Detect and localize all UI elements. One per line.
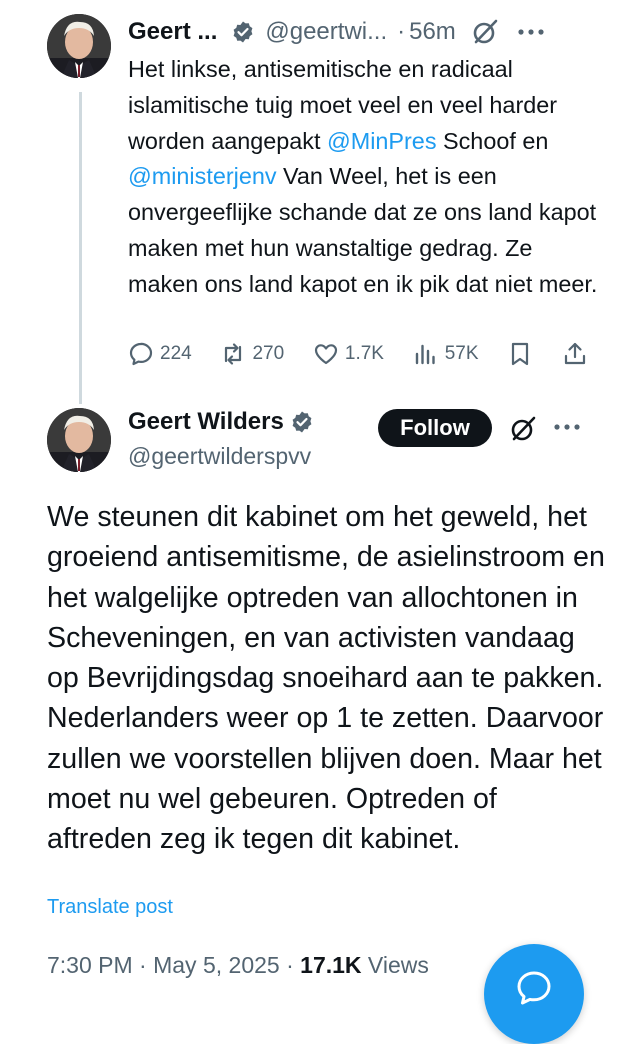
thread-connector-line	[79, 92, 82, 404]
author-name[interactable]: Geert Wilders	[128, 408, 284, 436]
more-icon[interactable]	[518, 28, 544, 36]
post-date[interactable]: May 5, 2025	[153, 952, 280, 978]
post-time[interactable]: 56m	[409, 18, 456, 46]
bookmark-icon	[512, 342, 529, 366]
author-handle[interactable]: @geertwilderspvv	[128, 443, 311, 470]
grok-icon[interactable]	[506, 412, 540, 446]
grok-icon[interactable]	[470, 17, 500, 47]
follow-button[interactable]: Follow	[378, 409, 492, 447]
translate-post-link[interactable]: Translate post	[47, 896, 173, 919]
first-post-header: Geert ... @geertwi... · 56m	[128, 12, 618, 52]
author-handle[interactable]: @geertwi...	[265, 18, 387, 46]
post-text-segment: Schoof en	[436, 127, 549, 154]
reply-button[interactable]: 224	[128, 341, 192, 367]
bookmark-button[interactable]	[507, 341, 533, 367]
repost-count: 270	[252, 343, 285, 364]
author-name[interactable]: Geert ...	[128, 18, 217, 46]
like-button[interactable]: 1.7K	[313, 341, 384, 367]
repost-button[interactable]: 270	[220, 341, 284, 367]
post-action-bar: 224 270 1.7K 57K	[128, 336, 588, 372]
main-post-text: We steunen dit kabinet om het geweld, he…	[47, 501, 605, 856]
mention-link[interactable]: @ministerjenv	[128, 163, 277, 189]
views-total: 17.1K	[300, 952, 362, 978]
separator-dot: ·	[139, 952, 147, 978]
views-button[interactable]: 57K	[413, 341, 479, 367]
author-avatar[interactable]	[47, 14, 111, 78]
views-icon	[415, 344, 435, 365]
post-time[interactable]: 7:30 PM	[47, 952, 133, 978]
main-author-name-row: Geert Wilders	[128, 408, 314, 436]
reply-count: 224	[160, 343, 192, 364]
reply-icon	[129, 342, 153, 366]
like-icon	[314, 344, 337, 365]
share-icon	[564, 342, 586, 365]
share-button[interactable]	[562, 341, 588, 367]
verified-badge-icon	[290, 410, 314, 434]
like-count: 1.7K	[344, 343, 384, 364]
first-post-text: Het linkse, antisemitische en radicaal i…	[128, 52, 608, 303]
separator-dot: ·	[397, 18, 406, 45]
views-label: Views	[367, 952, 429, 978]
compose-button[interactable]	[484, 944, 584, 1044]
verified-badge-icon	[231, 20, 255, 44]
repost-icon	[225, 343, 242, 365]
mention-link[interactable]: @MinPres	[327, 128, 437, 154]
separator-dot: ·	[286, 952, 294, 978]
views-count: 57K	[444, 343, 479, 364]
compose-icon	[517, 971, 551, 1005]
more-icon[interactable]	[553, 420, 581, 434]
post-metadata: 7:30 PM · May 5, 2025 · 17.1K Views	[47, 952, 429, 979]
author-avatar[interactable]	[47, 408, 111, 472]
